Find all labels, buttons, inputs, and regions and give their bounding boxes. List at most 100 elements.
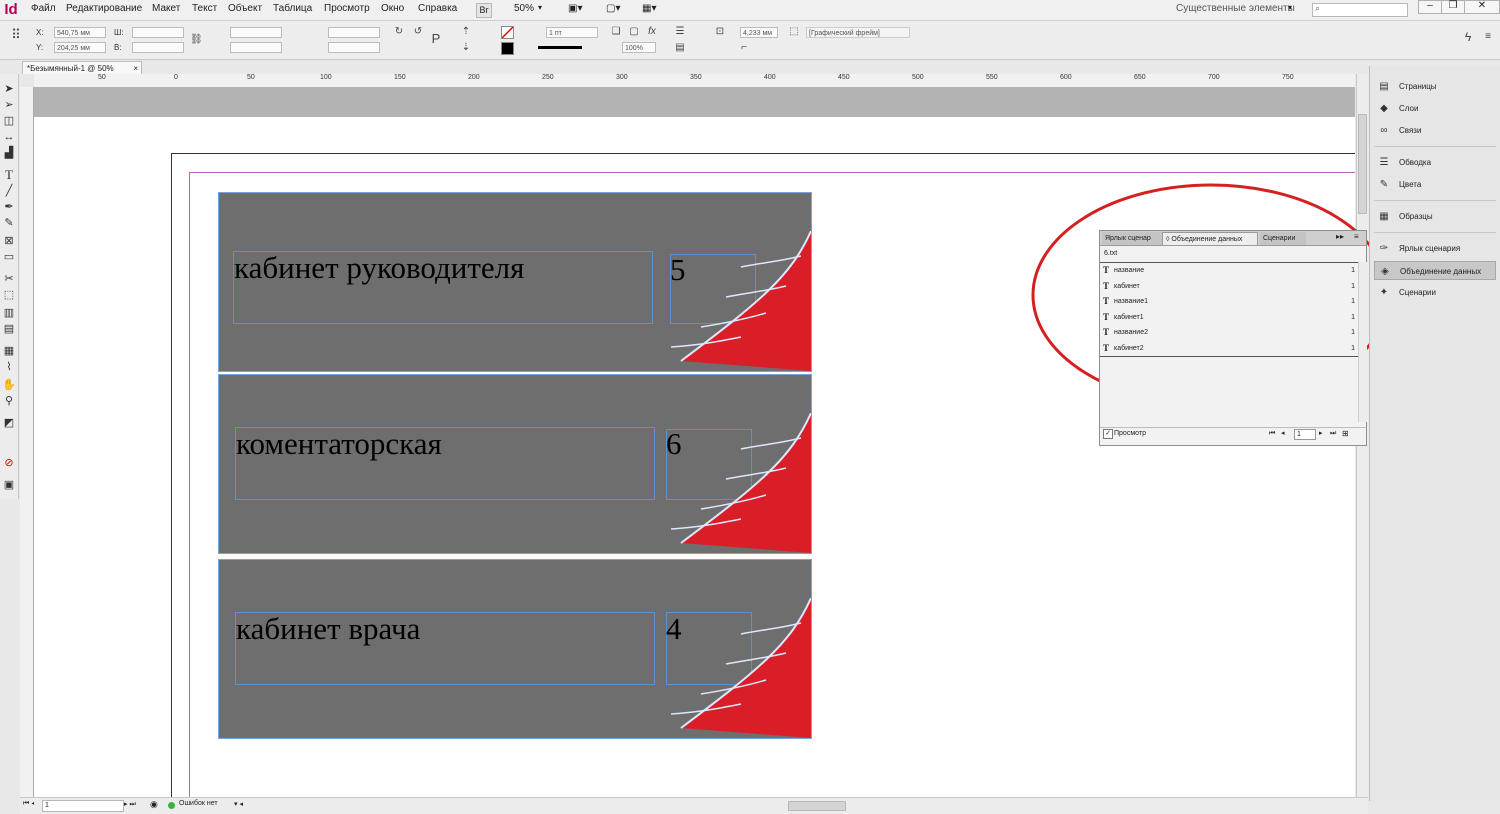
screen-mode-icon[interactable]: ▢▾ bbox=[606, 3, 620, 14]
free-transform-tool-icon[interactable]: ⬚ bbox=[2, 288, 16, 302]
line-tool-icon[interactable]: ╱ bbox=[2, 184, 16, 198]
menu-table[interactable]: Таблица bbox=[273, 3, 312, 14]
list-item[interactable]: Tкабинет1 1 bbox=[1100, 310, 1358, 326]
stroke-type-preview[interactable] bbox=[538, 46, 582, 49]
menu-window[interactable]: Окно bbox=[381, 3, 404, 14]
gradient-feather-tool-icon[interactable]: ▤ bbox=[2, 322, 16, 336]
preflight-menu-icon[interactable]: ▾ ◂ bbox=[234, 800, 243, 808]
list-item[interactable]: Tкабинет 1 bbox=[1100, 279, 1358, 295]
panel-menu-icon[interactable]: ≡ bbox=[1482, 31, 1494, 43]
width-field[interactable] bbox=[132, 27, 184, 38]
direct-selection-tool-icon[interactable]: ➢ bbox=[2, 98, 16, 112]
menu-help[interactable]: Справка bbox=[418, 3, 457, 14]
effects-icon[interactable]: ▢ bbox=[628, 26, 640, 38]
object-style-icon[interactable]: ⬚ bbox=[788, 26, 800, 38]
stroke-weight-field[interactable]: 1 пт bbox=[546, 27, 598, 38]
tab-scripts[interactable]: Сценарии bbox=[1260, 232, 1306, 245]
dock-item-pages[interactable]: ▤ Страницы bbox=[1374, 77, 1496, 96]
frame-fitting-icon[interactable]: ⊡ bbox=[714, 26, 726, 38]
content-collector-icon[interactable]: ▟ bbox=[2, 146, 16, 160]
menu-file[interactable]: Файл bbox=[31, 3, 56, 14]
rotate-icon[interactable]: ↻ bbox=[393, 26, 405, 38]
list-item[interactable]: Tназвание 1 bbox=[1100, 263, 1358, 279]
lightning-icon[interactable]: ϟ bbox=[1462, 31, 1474, 43]
first-page-icon[interactable]: ⏮ ◂ bbox=[23, 800, 34, 808]
page-tool-icon[interactable]: ◫ bbox=[2, 114, 16, 128]
list-item[interactable]: Tкабинет2 1 bbox=[1100, 341, 1358, 357]
card-1[interactable]: кабинет руководителя 5 bbox=[218, 192, 812, 372]
workspace-switcher[interactable]: Существенные элементы bbox=[1176, 3, 1295, 14]
rotation-field[interactable] bbox=[328, 27, 380, 38]
dock-item-script-label[interactable]: ✑ Ярлык сценария bbox=[1374, 239, 1496, 258]
fill-swatch[interactable] bbox=[501, 26, 514, 39]
zoom-level[interactable]: 50% bbox=[514, 3, 534, 14]
zoom-tool-icon[interactable]: ⚲ bbox=[2, 394, 16, 408]
shear-field[interactable] bbox=[328, 42, 380, 53]
text-wrap-icon[interactable]: ☰ bbox=[674, 26, 686, 38]
align-icon[interactable]: ▤ bbox=[674, 42, 686, 54]
selection-tool-icon[interactable]: ➤ bbox=[2, 82, 16, 96]
tab-script-label[interactable]: Ярлык сценар bbox=[1102, 232, 1162, 245]
eyedropper-tool-icon[interactable]: ⌇ bbox=[2, 360, 16, 374]
arrange-documents-icon[interactable]: ▦▾ bbox=[642, 3, 656, 14]
merge-options-icon[interactable]: ⊞ bbox=[1342, 428, 1349, 440]
dock-item-color[interactable]: ✎ Цвета bbox=[1374, 175, 1496, 194]
first-record-icon[interactable]: ⏮ bbox=[1269, 428, 1275, 440]
object-style-select[interactable]: [Графический фрейм] bbox=[806, 27, 910, 38]
preview-checkbox[interactable]: ✓ bbox=[1103, 429, 1113, 439]
menu-type[interactable]: Текст bbox=[192, 3, 217, 14]
apply-none-icon[interactable]: ⊘ bbox=[2, 456, 16, 470]
dock-item-layers[interactable]: ◆ Слои bbox=[1374, 99, 1496, 118]
menu-view[interactable]: Просмотр bbox=[324, 3, 370, 14]
scale-y-field[interactable] bbox=[230, 42, 282, 53]
opacity-field[interactable]: 100% bbox=[622, 42, 656, 53]
drop-shadow-icon[interactable]: ❏ bbox=[610, 26, 622, 38]
workspace-chevron-icon[interactable]: ▾ bbox=[1288, 3, 1292, 12]
menu-edit[interactable]: Редактирование bbox=[66, 3, 142, 14]
record-number-field[interactable]: 1 bbox=[1294, 429, 1316, 440]
rectangle-frame-tool-icon[interactable]: ⊠ bbox=[2, 234, 16, 248]
x-field[interactable]: 540,75 мм bbox=[54, 27, 106, 38]
bridge-button[interactable]: Br bbox=[476, 3, 492, 18]
reference-point-icon[interactable]: ⠿ bbox=[10, 28, 22, 41]
document-tab[interactable]: *Безымянный-1 @ 50% × bbox=[22, 61, 142, 74]
scissors-tool-icon[interactable]: ✂ bbox=[2, 272, 16, 286]
next-record-icon[interactable]: ▸ bbox=[1319, 428, 1323, 440]
dock-item-swatches[interactable]: ▦ Образцы bbox=[1374, 207, 1496, 226]
gradient-tool-icon[interactable]: ▥ bbox=[2, 306, 16, 320]
pen-tool-icon[interactable]: ✒ bbox=[2, 200, 16, 214]
menu-object[interactable]: Объект bbox=[228, 3, 262, 14]
open-page-icon[interactable]: ◉ bbox=[150, 799, 158, 810]
screen-mode-tool-icon[interactable]: ▣ bbox=[2, 478, 16, 492]
page-number-field[interactable]: 1 bbox=[42, 800, 124, 812]
corner-options-icon[interactable]: ⌐ bbox=[738, 42, 750, 54]
card-3[interactable]: кабинет врача 4 bbox=[218, 559, 812, 739]
rectangle-tool-icon[interactable]: ▭ bbox=[2, 250, 16, 264]
panel-options-icon[interactable]: ≡ bbox=[1354, 232, 1359, 241]
offset-field[interactable]: 4,233 мм bbox=[740, 27, 778, 38]
type-tool-icon[interactable]: T bbox=[2, 168, 16, 182]
hand-tool-icon[interactable]: ✋ bbox=[2, 378, 16, 392]
last-record-icon[interactable]: ⏭ bbox=[1330, 428, 1336, 440]
note-tool-icon[interactable]: ▦ bbox=[2, 344, 16, 358]
card-2[interactable]: коментаторская 6 bbox=[218, 374, 812, 554]
height-field[interactable] bbox=[132, 42, 184, 53]
list-item[interactable]: Tназвание2 1 bbox=[1100, 325, 1358, 341]
dock-item-scripts[interactable]: ✦ Сценарии bbox=[1374, 283, 1496, 302]
y-field[interactable]: 204,25 мм bbox=[54, 42, 106, 53]
constrain-proportions-icon[interactable]: ⛓ bbox=[190, 34, 203, 46]
search-input[interactable]: ⌕ bbox=[1312, 3, 1408, 17]
zoom-chevron-icon[interactable]: ▾ bbox=[538, 3, 542, 12]
close-icon[interactable]: ✕ bbox=[1464, 0, 1500, 14]
dock-item-data-merge[interactable]: ◈ Объединение данных bbox=[1374, 261, 1496, 280]
dock-item-links[interactable]: ∞ Связи bbox=[1374, 121, 1496, 140]
fill-stroke-icon[interactable]: ◩ bbox=[2, 416, 16, 430]
stroke-swatch[interactable] bbox=[501, 42, 514, 55]
scale-x-field[interactable] bbox=[230, 27, 282, 38]
next-page-icon[interactable]: ▸ ⏭ bbox=[124, 800, 136, 809]
horizontal-scroll-thumb[interactable] bbox=[788, 801, 846, 811]
prev-record-icon[interactable]: ◂ bbox=[1281, 428, 1285, 440]
menu-layout[interactable]: Макет bbox=[152, 3, 180, 14]
select-container-icon[interactable]: ⇡ bbox=[460, 26, 472, 38]
collapse-panel-icon[interactable]: ▸▸ bbox=[1336, 232, 1344, 241]
